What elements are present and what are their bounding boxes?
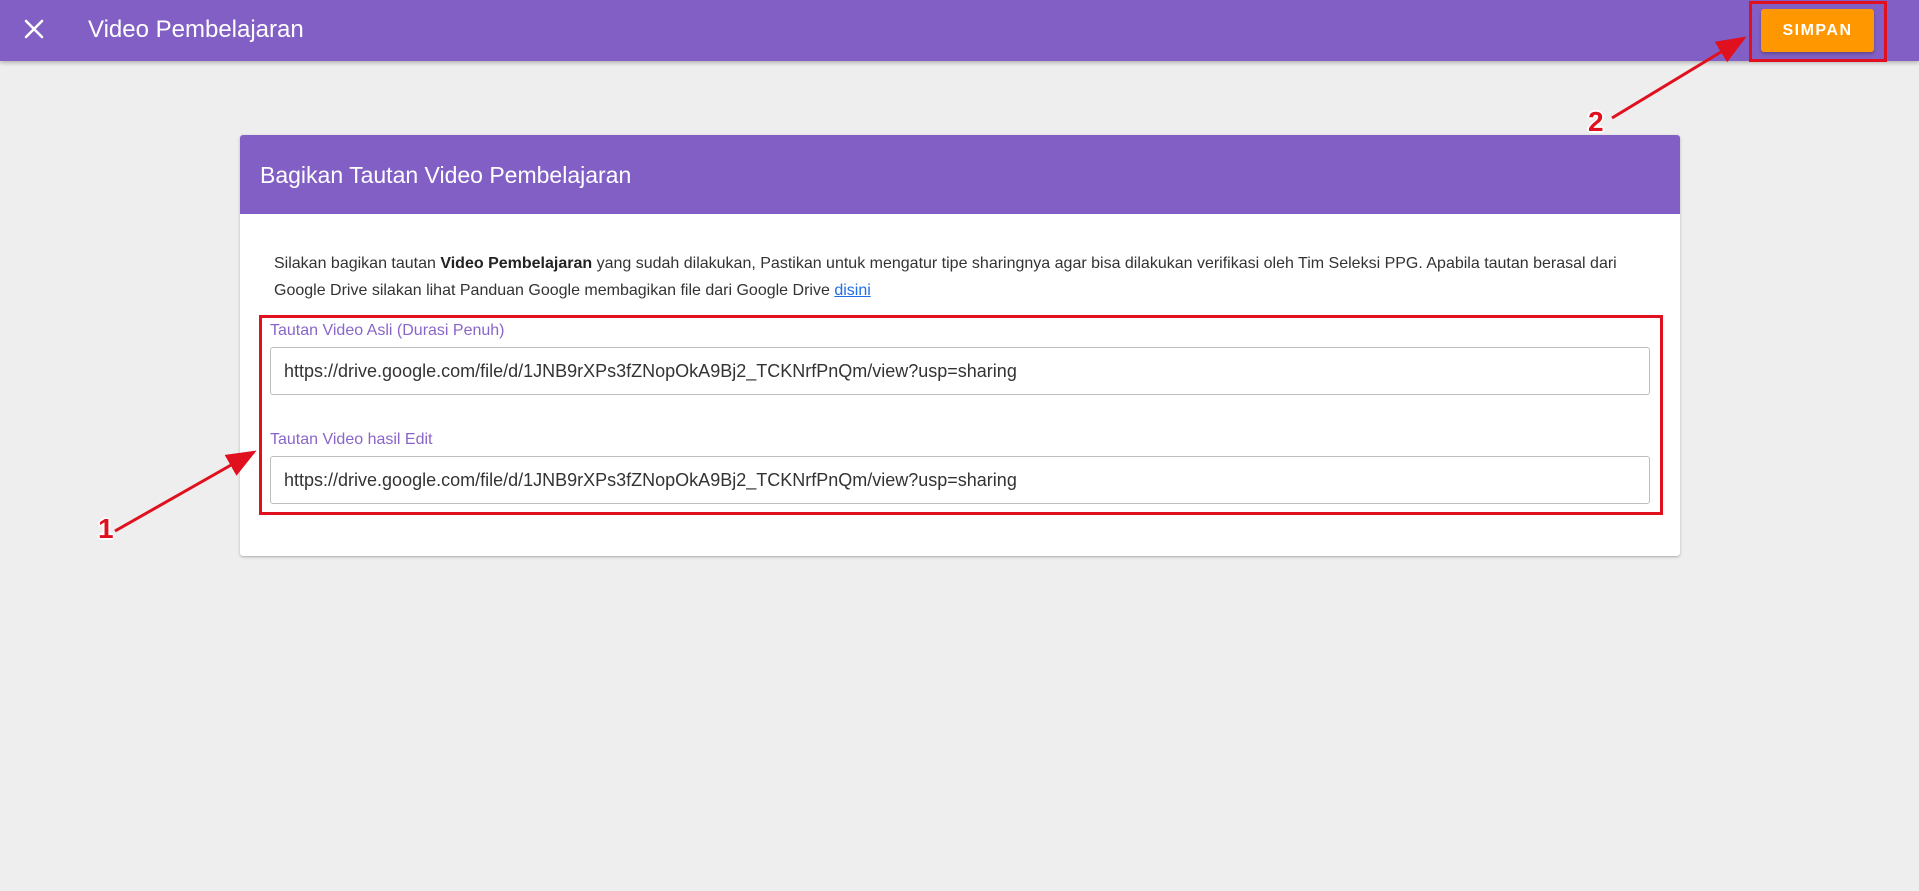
instruction-text: Silakan bagikan tautan Video Pembelajara… <box>274 250 1649 304</box>
page-title: Video Pembelajaran <box>88 16 304 43</box>
app-bar: Video Pembelajaran SIMPAN <box>0 0 1919 61</box>
save-highlight-box <box>1749 1 1887 62</box>
annotation-marker-1: 1 <box>98 513 114 544</box>
instruction-text-part1: Silakan bagikan tautan <box>274 255 441 272</box>
card-title: Bagikan Tautan Video Pembelajaran <box>260 162 632 188</box>
annotation-marker-2: 2 <box>1588 106 1604 137</box>
close-icon <box>24 19 44 39</box>
card-header: Bagikan Tautan Video Pembelajaran <box>240 135 1680 214</box>
guide-link[interactable]: disini <box>834 282 870 299</box>
fields-highlight-box <box>259 315 1663 515</box>
instruction-text-bold: Video Pembelajaran <box>440 255 593 272</box>
annotation-arrow-1 <box>114 450 257 533</box>
close-button[interactable] <box>18 13 50 45</box>
